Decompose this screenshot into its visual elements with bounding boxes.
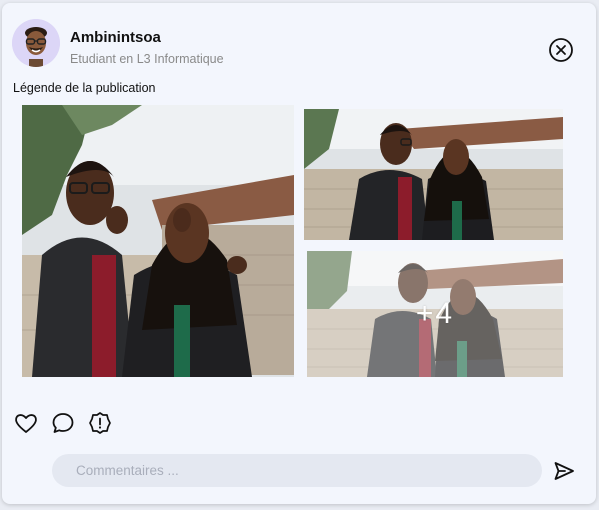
post-photo-main[interactable]: [22, 105, 294, 377]
more-photos-count: +4: [415, 297, 455, 330]
post-caption: Légende de la publication: [13, 81, 156, 95]
comment-icon: [52, 413, 74, 433]
report-button[interactable]: [87, 410, 113, 436]
comment-button[interactable]: [50, 410, 76, 436]
couple-photo-image: [22, 105, 294, 377]
more-photos-overlay[interactable]: +4: [307, 251, 563, 377]
author-name[interactable]: Ambinintsoa: [70, 29, 161, 46]
send-icon: [554, 462, 574, 480]
close-button[interactable]: [548, 37, 574, 63]
memoji-avatar-icon: [12, 19, 60, 67]
comment-input[interactable]: [52, 454, 542, 487]
send-button[interactable]: [553, 460, 575, 482]
post-photo-more[interactable]: +4: [307, 251, 563, 377]
close-circle-icon: [549, 38, 573, 62]
couple-photo-image: [304, 109, 563, 240]
author-avatar[interactable]: [12, 19, 60, 67]
heart-icon: [15, 414, 37, 433]
like-button[interactable]: [13, 410, 39, 436]
post-card: Ambinintsoa Etudiant en L3 Informatique …: [2, 3, 596, 504]
author-subtitle: Etudiant en L3 Informatique: [70, 52, 224, 66]
alert-icon: [89, 412, 111, 434]
post-photo-secondary[interactable]: [304, 109, 563, 240]
